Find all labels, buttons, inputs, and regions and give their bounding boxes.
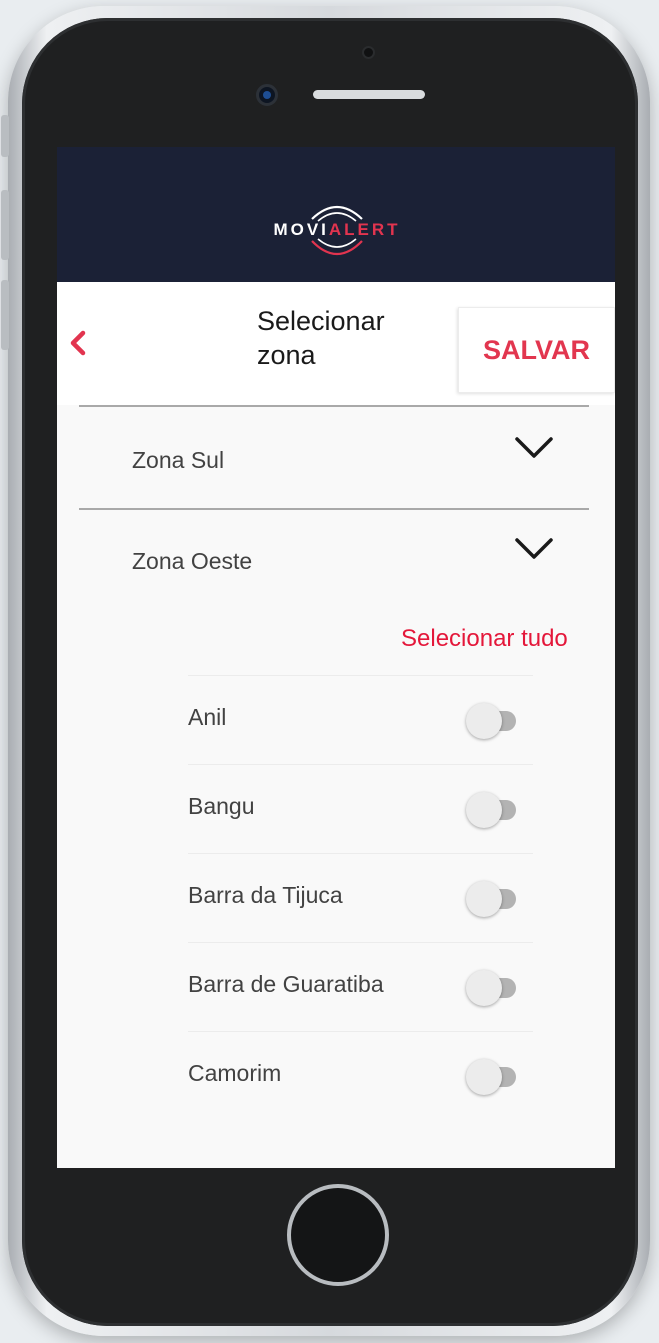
- stage: MOVIALERT Selecionar zona SALVAR Zona Su…: [0, 0, 659, 1343]
- zone-row-sul[interactable]: Zona Sul: [79, 407, 589, 509]
- home-button[interactable]: [287, 1184, 389, 1286]
- movialert-logo: MOVIALERT: [252, 197, 422, 263]
- neighborhood-label: Barra de Guaratiba: [188, 971, 384, 997]
- list-item-anil: Anil: [188, 675, 533, 764]
- front-camera: [256, 84, 278, 106]
- toggle-switch[interactable]: [466, 881, 518, 917]
- save-button[interactable]: SALVAR: [458, 307, 615, 393]
- zone-list: Zona Sul Zona Oeste Selecionar tudo Anil: [57, 405, 615, 1168]
- select-all-link[interactable]: Selecionar tudo: [401, 625, 568, 653]
- phone-side-button: [1, 190, 9, 260]
- chevron-left-icon: [70, 330, 86, 356]
- zone-label: Zona Oeste: [132, 548, 253, 574]
- zone-label: Zona Sul: [132, 447, 225, 473]
- proximity-sensor: [362, 46, 375, 59]
- neighborhood-label: Anil: [188, 704, 227, 730]
- toggle-knob: [466, 1059, 502, 1095]
- phone-side-button: [1, 115, 9, 157]
- list-item-barra-de-guaratiba: Barra de Guaratiba: [188, 942, 533, 1031]
- neighborhood-label: Camorim: [188, 1060, 282, 1086]
- list-item-bangu: Bangu: [188, 764, 533, 853]
- toggle-knob: [466, 970, 502, 1006]
- app-screen: MOVIALERT Selecionar zona SALVAR Zona Su…: [57, 147, 615, 1168]
- list-item-camorim: Camorim: [188, 1031, 533, 1120]
- toggle-knob: [466, 792, 502, 828]
- title-bar: Selecionar zona SALVAR: [57, 282, 615, 405]
- logo-text: MOVIALERT: [266, 220, 408, 240]
- back-button[interactable]: [65, 327, 91, 359]
- neighborhood-label: Barra da Tijuca: [188, 882, 343, 908]
- toggle-switch[interactable]: [466, 703, 518, 739]
- phone-side-button: [1, 280, 9, 350]
- chevron-down-icon: [515, 538, 553, 559]
- toggle-knob: [466, 881, 502, 917]
- toggle-switch[interactable]: [466, 970, 518, 1006]
- neighborhood-label: Bangu: [188, 793, 255, 819]
- logo-text-movi: MOVI: [273, 220, 329, 239]
- logo-text-alert: ALERT: [328, 220, 401, 239]
- earpiece-speaker: [313, 90, 425, 99]
- toggle-switch[interactable]: [466, 792, 518, 828]
- list-item-barra-da-tijuca: Barra da Tijuca: [188, 853, 533, 942]
- page-title: Selecionar zona: [257, 306, 385, 370]
- toggle-knob: [466, 703, 502, 739]
- chevron-down-icon: [515, 437, 553, 458]
- toggle-switch[interactable]: [466, 1059, 518, 1095]
- app-header: MOVIALERT: [57, 147, 615, 282]
- zone-row-oeste[interactable]: Zona Oeste: [79, 510, 589, 612]
